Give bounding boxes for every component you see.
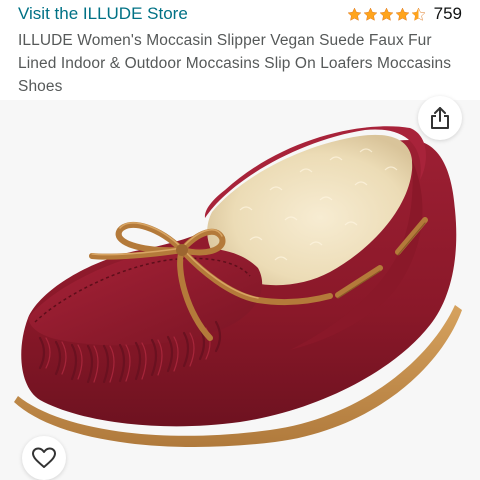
product-header: Visit the ILLUDE Store 759 ILLUDE Women'… xyxy=(0,0,480,100)
heart-icon xyxy=(32,447,56,468)
add-to-list-button[interactable] xyxy=(22,436,66,480)
share-icon xyxy=(431,107,449,129)
star-half-icon xyxy=(411,7,426,21)
rating-summary[interactable]: 759 xyxy=(347,3,462,25)
star-full-icon xyxy=(347,7,362,21)
product-title: ILLUDE Women's Moccasin Slipper Vegan Su… xyxy=(18,32,452,95)
rating-count: 759 xyxy=(433,4,462,23)
moccasin-slipper-image xyxy=(14,126,462,448)
star-full-icon xyxy=(395,7,410,21)
share-button[interactable] xyxy=(418,96,462,140)
star-full-icon xyxy=(379,7,394,21)
star-rating xyxy=(347,7,426,22)
visit-store-link[interactable]: Visit the ILLUDE Store xyxy=(18,3,188,25)
star-full-icon xyxy=(363,7,378,21)
product-image-gallery[interactable] xyxy=(0,100,480,480)
